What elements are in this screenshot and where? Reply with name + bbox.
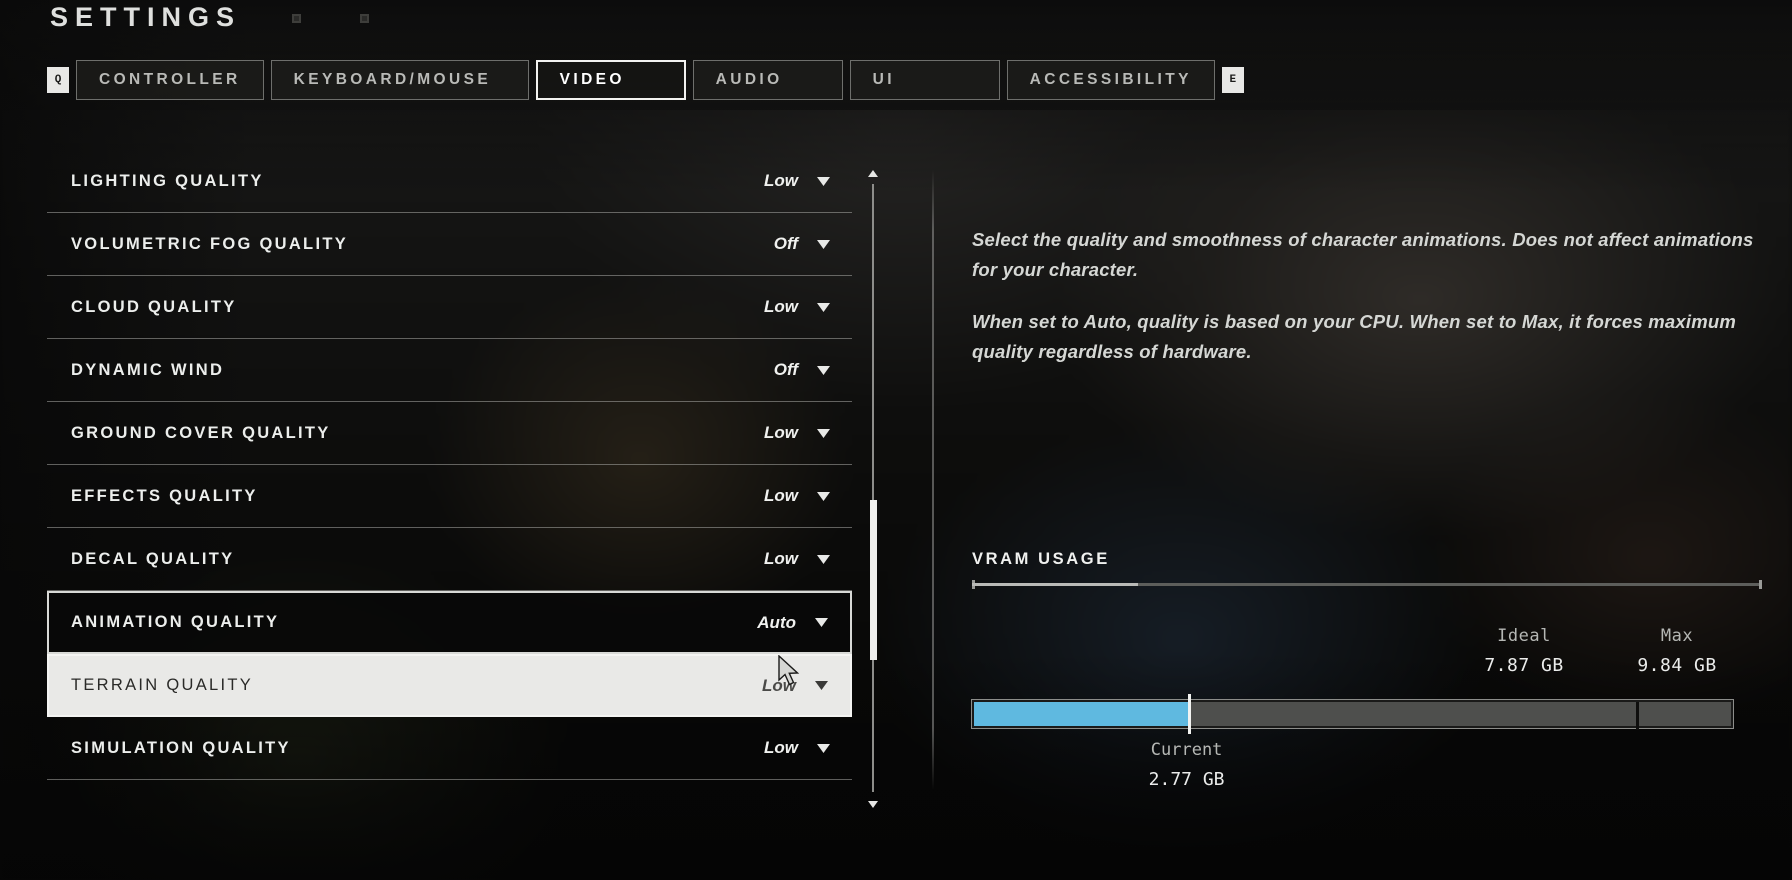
title-indicator-dot-1 bbox=[292, 14, 301, 23]
tab-accessibility[interactable]: ACCESSIBILITY bbox=[1006, 60, 1215, 100]
setting-row-volumetric-fog-quality[interactable]: VOLUMETRIC FOG QUALITY Off bbox=[47, 213, 852, 276]
vram-stat-labels: Ideal 7.87 GB Max 9.84 GB bbox=[972, 626, 1762, 700]
scroll-up-arrow-icon[interactable] bbox=[868, 170, 878, 177]
chevron-down-icon[interactable] bbox=[816, 363, 830, 377]
tab-video[interactable]: VIDEO bbox=[535, 60, 686, 100]
setting-row-ground-cover-quality[interactable]: GROUND COVER QUALITY Low bbox=[47, 402, 852, 465]
vram-ideal-stat: Ideal 7.87 GB bbox=[1449, 626, 1599, 676]
setting-row-cloud-quality[interactable]: CLOUD QUALITY Low bbox=[47, 276, 852, 339]
chevron-down-icon[interactable] bbox=[816, 237, 830, 251]
vram-ideal-value: 7.87 GB bbox=[1484, 655, 1564, 676]
tab-keyboard-mouse[interactable]: KEYBOARD/MOUSE bbox=[270, 60, 529, 100]
setting-label: DYNAMIC WIND bbox=[71, 360, 225, 379]
setting-row-decal-quality[interactable]: DECAL QUALITY Low bbox=[47, 528, 852, 591]
setting-label: ANIMATION QUALITY bbox=[71, 613, 280, 631]
page-title: SETTINGS bbox=[50, 2, 242, 32]
chevron-down-icon[interactable] bbox=[816, 741, 830, 755]
setting-label: VOLUMETRIC FOG QUALITY bbox=[71, 234, 349, 253]
vram-ideal-tick-marker bbox=[1188, 694, 1192, 734]
vram-max-value: 9.84 GB bbox=[1637, 655, 1717, 676]
setting-label: TERRAIN QUALITY bbox=[71, 676, 254, 694]
setting-value: Low bbox=[764, 738, 798, 757]
next-tab-key-badge[interactable]: E bbox=[1221, 67, 1244, 93]
vram-max-label: Max bbox=[1660, 626, 1694, 646]
tab-ui[interactable]: UI bbox=[849, 60, 1000, 100]
chevron-down-icon[interactable] bbox=[816, 300, 830, 314]
panel-divider bbox=[932, 170, 934, 790]
vram-ideal-label: Ideal bbox=[1497, 626, 1551, 646]
setting-label: CLOUD QUALITY bbox=[71, 297, 237, 316]
vram-usage-bar: Current 2.77 GB bbox=[971, 694, 1734, 790]
vram-section-rule-fill bbox=[972, 583, 1138, 586]
prev-tab-key-badge[interactable]: Q bbox=[47, 67, 69, 93]
settings-list-scrollbar[interactable] bbox=[866, 168, 880, 808]
chevron-down-icon[interactable] bbox=[814, 679, 828, 693]
vram-current-value: 2.77 GB bbox=[1148, 769, 1225, 790]
setting-value: Low bbox=[764, 549, 798, 568]
setting-value: Off bbox=[773, 234, 798, 253]
setting-value: Low bbox=[762, 675, 796, 695]
setting-label: GROUND COVER QUALITY bbox=[71, 423, 331, 442]
vram-current-label: Current bbox=[1150, 740, 1223, 760]
vram-current-stat: Current 2.77 GB bbox=[1107, 740, 1267, 790]
vram-bar-track bbox=[971, 699, 1734, 730]
chevron-down-icon[interactable] bbox=[814, 616, 828, 630]
setting-detail-panel: Select the quality and smoothness of cha… bbox=[972, 150, 1762, 367]
setting-value: Low bbox=[764, 486, 798, 505]
setting-label: DECAL QUALITY bbox=[71, 549, 235, 568]
vram-bar-fill bbox=[974, 702, 1189, 726]
setting-row-dynamic-wind[interactable]: DYNAMIC WIND Off bbox=[47, 339, 852, 402]
chevron-down-icon[interactable] bbox=[816, 426, 830, 440]
vram-usage-widget: VRAM USAGE Ideal 7.87 GB Max 9.84 GB Cur… bbox=[971, 550, 1762, 790]
settings-tab-bar: Q CONTROLLER KEYBOARD/MOUSE VIDEO AUDIO … bbox=[47, 60, 1244, 100]
setting-row-lighting-quality[interactable]: LIGHTING QUALITY Low bbox=[47, 150, 852, 213]
top-bar-background bbox=[0, 0, 1792, 52]
description-paragraph-1: Select the quality and smoothness of cha… bbox=[972, 229, 1754, 280]
setting-row-animation-quality[interactable]: ANIMATION QUALITY Auto bbox=[47, 591, 852, 654]
setting-row-terrain-quality[interactable]: TERRAIN QUALITY Low bbox=[47, 654, 852, 717]
chevron-down-icon[interactable] bbox=[816, 489, 830, 503]
scrollbar-track[interactable] bbox=[872, 184, 874, 792]
vram-section-rule bbox=[972, 580, 1762, 589]
setting-row-simulation-quality[interactable]: SIMULATION QUALITY Low bbox=[47, 717, 852, 780]
vram-max-stat: Max 9.84 GB bbox=[1602, 626, 1752, 676]
video-settings-list: LIGHTING QUALITY Low VOLUMETRIC FOG QUAL… bbox=[47, 150, 852, 810]
setting-value: Low bbox=[764, 423, 798, 442]
setting-value: Low bbox=[764, 171, 798, 190]
setting-value: Off bbox=[773, 360, 798, 379]
tab-controller[interactable]: CONTROLLER bbox=[76, 60, 264, 100]
description-paragraph-2: When set to Auto, quality is based on yo… bbox=[972, 311, 1737, 362]
tab-audio[interactable]: AUDIO bbox=[692, 60, 843, 100]
chevron-down-icon[interactable] bbox=[816, 174, 830, 188]
setting-value: Auto bbox=[757, 612, 796, 632]
title-indicator-dot-2 bbox=[360, 14, 369, 23]
setting-label: EFFECTS QUALITY bbox=[71, 486, 258, 505]
vram-usage-title: VRAM USAGE bbox=[972, 550, 1110, 568]
setting-description: Select the quality and smoothness of cha… bbox=[972, 150, 1762, 367]
setting-value: Low bbox=[764, 297, 798, 316]
setting-row-effects-quality[interactable]: EFFECTS QUALITY Low bbox=[47, 465, 852, 528]
setting-label: SIMULATION QUALITY bbox=[71, 738, 291, 757]
vram-max-tick-marker bbox=[1636, 702, 1640, 730]
scrollbar-thumb[interactable] bbox=[870, 500, 877, 660]
scroll-down-arrow-icon[interactable] bbox=[868, 801, 878, 808]
chevron-down-icon[interactable] bbox=[816, 552, 830, 566]
setting-label: LIGHTING QUALITY bbox=[71, 171, 264, 190]
